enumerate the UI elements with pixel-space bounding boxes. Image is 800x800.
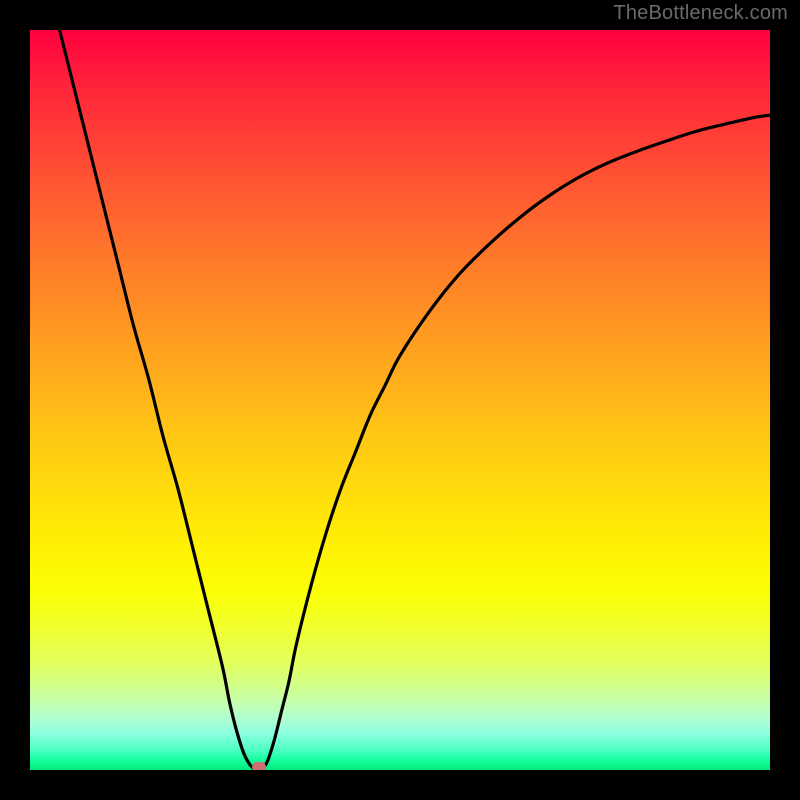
chart-curve <box>30 30 770 770</box>
watermark-text: TheBottleneck.com <box>613 2 788 25</box>
minimum-marker <box>252 762 266 770</box>
chart-plot-area <box>30 30 770 770</box>
